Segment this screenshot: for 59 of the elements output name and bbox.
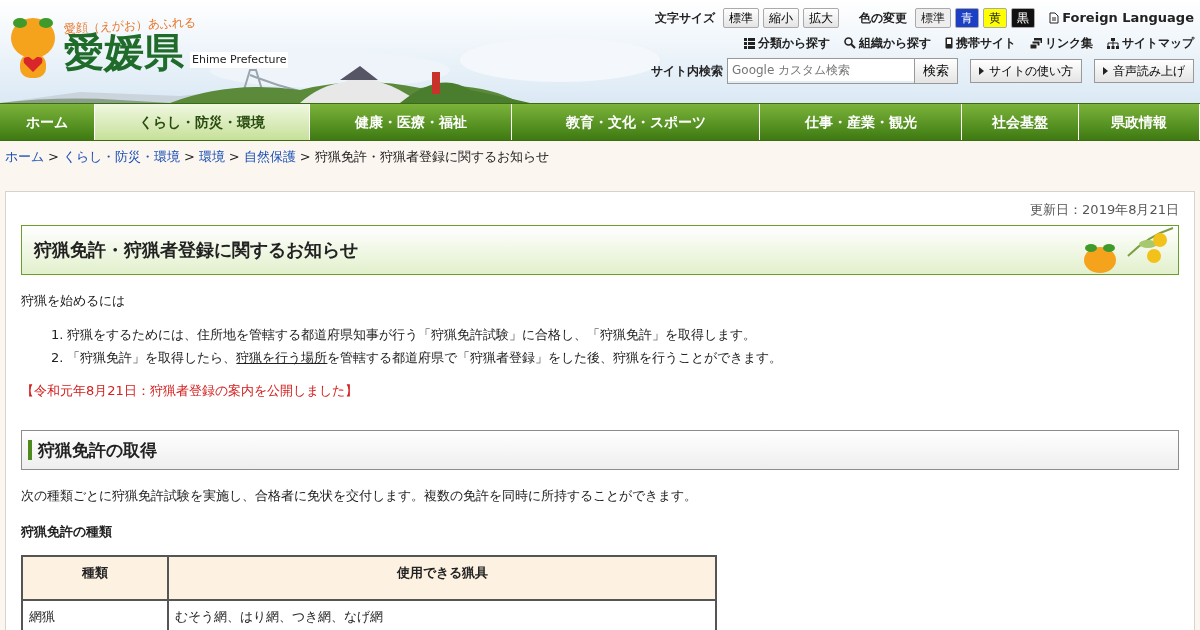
color-button[interactable]: 黒 [1011, 8, 1036, 28]
nav-tab[interactable]: 教育・文化・スポーツ [512, 104, 760, 140]
table-cell: 網猟 [22, 600, 168, 630]
subheading: 狩猟免許の種類 [21, 522, 113, 541]
update-date: 更新日：2019年8月21日 [1030, 201, 1179, 217]
guide-button[interactable]: 音声読み上げ [1094, 58, 1194, 83]
header-link[interactable]: リンク集 [1030, 34, 1093, 52]
foreign-language-link[interactable]: Foreign Language [1049, 8, 1194, 28]
color-button[interactable]: 標準 [915, 8, 952, 28]
page-title: 狩猟免許・狩猟者登録に関するお知らせ [34, 239, 358, 261]
list-number: 1. [51, 325, 64, 344]
sitemap-icon [1107, 37, 1119, 49]
breadcrumb-link[interactable]: くらし・防災・環境 [62, 149, 180, 164]
nav-tab[interactable]: 社会基盤 [962, 104, 1079, 140]
list-item-text: 「狩猟免許」を取得したら、狩猟を行う場所を管轄する都道府県で「狩猟者登録」をした後、狩猟を行うことができます。 [67, 348, 783, 367]
breadcrumb-link[interactable]: 環境 [198, 149, 225, 164]
list-icon [744, 37, 755, 49]
breadcrumb-link[interactable]: 自然保護 [243, 149, 296, 164]
windows-icon [1030, 37, 1042, 49]
intro-text: 狩猟を始めるには [21, 292, 126, 310]
nav-tab[interactable]: 健康・医療・福祉 [310, 104, 512, 140]
header-link[interactable]: 組織から探す [844, 34, 931, 52]
breadcrumb-separator: > [183, 149, 195, 164]
section-heading: 狩猟免許の取得 [28, 439, 157, 461]
search-button[interactable]: 検索 [914, 59, 957, 83]
search-field[interactable]: Google カスタム検索 [728, 59, 914, 81]
nav-tab[interactable]: 仕事・産業・観光 [760, 104, 962, 140]
color-change-label: 色の変更 [859, 10, 908, 27]
font-size-button[interactable]: 拡大 [803, 8, 840, 28]
header-link[interactable]: 携帯サイト [945, 34, 1016, 52]
color-button[interactable]: 黄 [983, 8, 1008, 28]
mobile-phone-icon [945, 37, 953, 49]
triangle-icon [979, 66, 984, 75]
breadcrumb-link[interactable]: ホーム [5, 149, 44, 164]
triangle-icon [1103, 66, 1108, 75]
breadcrumb-separator: > [299, 149, 311, 164]
breadcrumb-current: 狩猟免許・狩猟者登録に関するお知らせ [314, 149, 549, 164]
list-item-text: 狩猟をするためには、住所地を管轄する都道府県知事が行う「狩猟免許試験」に合格し、「狩猟免許」を取得します。 [67, 325, 757, 344]
breadcrumb-separator: > [228, 149, 240, 164]
guide-button[interactable]: サイトの使い方 [970, 58, 1082, 83]
search-label: サイト内検索 [651, 62, 723, 80]
nav-tab[interactable]: ホーム [0, 104, 95, 140]
color-button[interactable]: 青 [955, 8, 980, 28]
text-link[interactable]: 狩猟を行う場所 [236, 349, 328, 365]
search-icon [844, 37, 856, 49]
section-text: 次の種類ごとに狩猟免許試験を実施し、合格者に免状を交付します。複数の免許を同時に所持することができます。 [21, 487, 698, 505]
table-header: 使用できる猟具 [168, 556, 716, 600]
list-number: 2. [51, 348, 64, 367]
header-link[interactable]: サイトマップ [1107, 34, 1194, 52]
nav-tab[interactable]: くらし・防災・環境 [95, 104, 310, 140]
table-header: 種類 [22, 556, 168, 600]
notice-text: 【令和元年8月21日：狩猟者登録の案内を公開しました】 [21, 381, 359, 400]
header-link[interactable]: 分類から探す [744, 34, 830, 52]
font-size-label: 文字サイズ [655, 10, 716, 27]
document-icon [1049, 12, 1060, 24]
font-size-button[interactable]: 縮小 [763, 8, 800, 28]
nav-tab[interactable]: 県政情報 [1079, 104, 1200, 140]
font-size-button[interactable]: 標準 [723, 8, 760, 28]
breadcrumb-separator: > [48, 149, 59, 164]
